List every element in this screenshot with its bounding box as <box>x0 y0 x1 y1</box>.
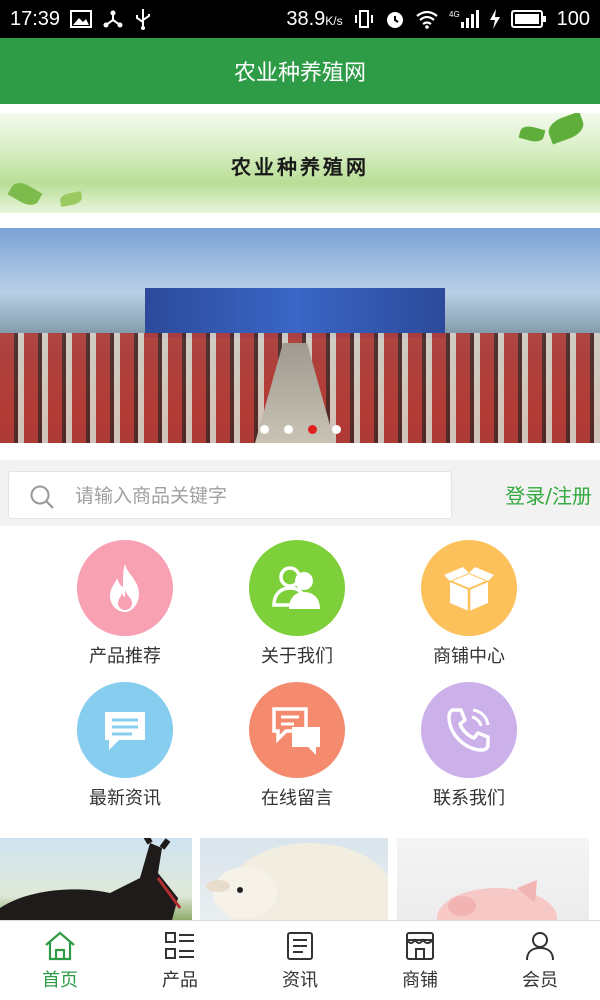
chat-bubbles-icon <box>272 707 320 755</box>
carousel-dot[interactable] <box>331 425 341 434</box>
menu-item-latest-news[interactable]: 最新资讯 <box>45 682 205 810</box>
carousel-dot-active[interactable] <box>307 425 317 434</box>
status-right: 38.9K/s 4G 100 <box>286 8 590 31</box>
sheep-image[interactable] <box>200 838 388 920</box>
tab-label: 会员 <box>522 970 558 991</box>
menu-label: 联系我们 <box>433 788 505 809</box>
tab-shops[interactable]: 商铺 <box>360 921 480 1000</box>
menu-label: 关于我们 <box>261 646 333 667</box>
menu-icon-circle <box>77 540 173 636</box>
carousel-dot[interactable] <box>283 425 293 434</box>
search-input[interactable] <box>73 480 437 512</box>
stage-image <box>145 288 445 338</box>
menu-label: 在线留言 <box>261 788 333 809</box>
message-icon <box>105 712 145 750</box>
donkey-shape <box>0 838 182 920</box>
leaf-decoration <box>518 124 546 144</box>
search-bar: 登录/注册 <box>0 460 600 526</box>
users-icon <box>272 566 320 609</box>
charging-icon <box>489 9 501 29</box>
tab-home[interactable]: 首页 <box>0 921 120 1000</box>
fire-icon <box>110 564 139 612</box>
image-carousel[interactable] <box>0 228 600 443</box>
battery-level: 100 <box>556 7 590 30</box>
menu-icon-circle <box>249 682 345 778</box>
menu-item-about-us[interactable]: 关于我们 <box>217 540 377 668</box>
search-icon <box>29 484 55 514</box>
gallery-icon <box>70 10 93 28</box>
battery-icon <box>510 10 547 28</box>
menu-icon-circle <box>249 540 345 636</box>
tab-products[interactable]: 产品 <box>120 921 240 1000</box>
carousel-indicators <box>0 425 600 434</box>
menu-label: 产品推荐 <box>89 646 161 667</box>
status-left: 17:39 <box>10 8 152 31</box>
tab-label: 商铺 <box>402 970 438 991</box>
signal-icon: 4G <box>449 9 479 29</box>
menu-label: 最新资讯 <box>89 788 161 809</box>
menu-item-shop-center[interactable]: 商铺中心 <box>389 540 549 668</box>
product-thumbnails <box>0 838 600 920</box>
alarm-icon <box>385 9 405 29</box>
tab-news[interactable]: 资讯 <box>240 921 360 1000</box>
status-time: 17:39 <box>10 7 61 30</box>
share-icon <box>102 9 124 29</box>
page-title: 农业种养殖网 <box>233 61 366 86</box>
menu-icon-circle <box>421 682 517 778</box>
pig-image[interactable] <box>397 838 589 920</box>
shop-icon <box>406 932 434 960</box>
menu-icon-circle <box>421 540 517 636</box>
bottom-tab-bar: 首页 产品 资讯 商铺 会员 <box>0 920 600 1000</box>
net-speed: 38.9K/s <box>286 7 343 30</box>
member-icon <box>526 932 554 961</box>
leaf-decoration <box>7 178 43 210</box>
menu-icon-circle <box>77 682 173 778</box>
sheep-shape <box>206 843 388 920</box>
carousel-dot[interactable] <box>259 425 269 434</box>
search-box[interactable] <box>8 471 452 519</box>
leaf-decoration <box>59 191 83 207</box>
tab-label: 首页 <box>42 970 78 991</box>
wifi-icon <box>415 9 439 29</box>
usb-icon <box>134 8 152 30</box>
menu-item-contact-us[interactable]: 联系我们 <box>389 682 549 810</box>
tab-label: 产品 <box>162 970 198 991</box>
leaf-decoration <box>545 113 587 145</box>
app-header: 农业种养殖网 <box>0 38 600 104</box>
svg-text:4G: 4G <box>449 10 460 19</box>
vibrate-icon <box>353 9 375 29</box>
news-icon <box>287 932 313 960</box>
site-banner[interactable]: 农业种养殖网 <box>0 113 600 213</box>
home-icon <box>45 931 75 961</box>
status-bar: 17:39 38.9K/s 4G 100 <box>0 0 600 38</box>
product-list-icon <box>165 932 194 959</box>
box-icon <box>444 567 494 611</box>
login-register-link[interactable]: 登录/注册 <box>505 480 592 509</box>
banner-text: 农业种养殖网 <box>231 155 369 179</box>
pig-shape <box>437 880 557 920</box>
menu-grid: 产品推荐 关于我们 商铺中心 最新资讯 在线留言 联系我们 <box>0 532 600 822</box>
menu-label: 商铺中心 <box>433 646 505 667</box>
donkey-image[interactable] <box>0 838 192 920</box>
tab-member[interactable]: 会员 <box>480 921 600 1000</box>
menu-item-online-message[interactable]: 在线留言 <box>217 682 377 810</box>
menu-item-product-recommend[interactable]: 产品推荐 <box>45 540 205 668</box>
tab-label: 资讯 <box>282 970 318 991</box>
phone-icon <box>447 708 490 752</box>
